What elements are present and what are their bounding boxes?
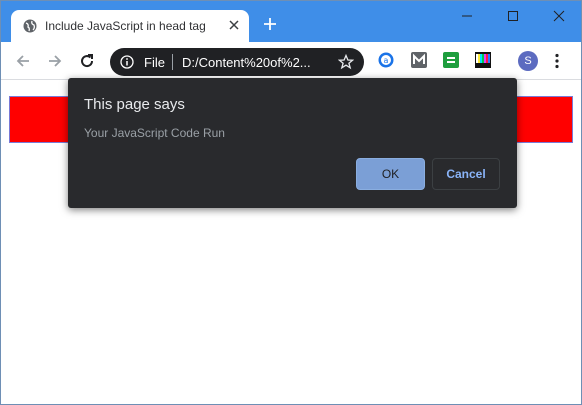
back-arrow-icon[interactable] — [15, 53, 31, 69]
divider — [172, 54, 173, 70]
alert-dialog: This page says Your JavaScript Code Run … — [68, 78, 517, 208]
browser-tab[interactable]: Include JavaScript in head tag — [11, 10, 249, 42]
maximize-icon[interactable] — [506, 9, 520, 23]
svg-text:a: a — [384, 56, 389, 65]
plus-icon[interactable] — [263, 17, 277, 31]
dialog-message: Your JavaScript Code Run — [84, 126, 225, 140]
cancel-button[interactable]: Cancel — [432, 158, 500, 190]
scheme-label: File — [144, 55, 165, 70]
star-icon[interactable] — [338, 54, 354, 70]
close-icon[interactable] — [227, 18, 241, 32]
extension-green-icon[interactable] — [443, 52, 459, 68]
extension-colorbars-icon[interactable] — [475, 52, 491, 68]
profile-avatar[interactable]: S — [518, 51, 538, 71]
address-bar[interactable]: File D:/Content%20of%2... — [110, 48, 364, 76]
url-text[interactable]: D:/Content%20of%2... — [182, 55, 311, 70]
title-bar: Include JavaScript in head tag — [1, 1, 581, 42]
info-icon[interactable] — [120, 55, 134, 69]
browser-window: Include JavaScript in head tag File D:/C… — [0, 0, 582, 405]
extension-a-icon[interactable]: a — [378, 52, 394, 68]
globe-icon — [23, 19, 37, 33]
extension-m-icon[interactable] — [411, 52, 427, 68]
reload-icon[interactable] — [79, 53, 95, 69]
more-menu-icon[interactable] — [554, 53, 560, 69]
ok-button[interactable]: OK — [356, 158, 425, 190]
window-close-icon[interactable] — [552, 9, 566, 23]
dialog-title: This page says — [84, 96, 185, 113]
minimize-icon[interactable] — [460, 9, 474, 23]
toolbar: File D:/Content%20of%2... — [1, 42, 581, 80]
forward-arrow-icon[interactable] — [47, 53, 63, 69]
tab-title: Include JavaScript in head tag — [45, 19, 206, 33]
